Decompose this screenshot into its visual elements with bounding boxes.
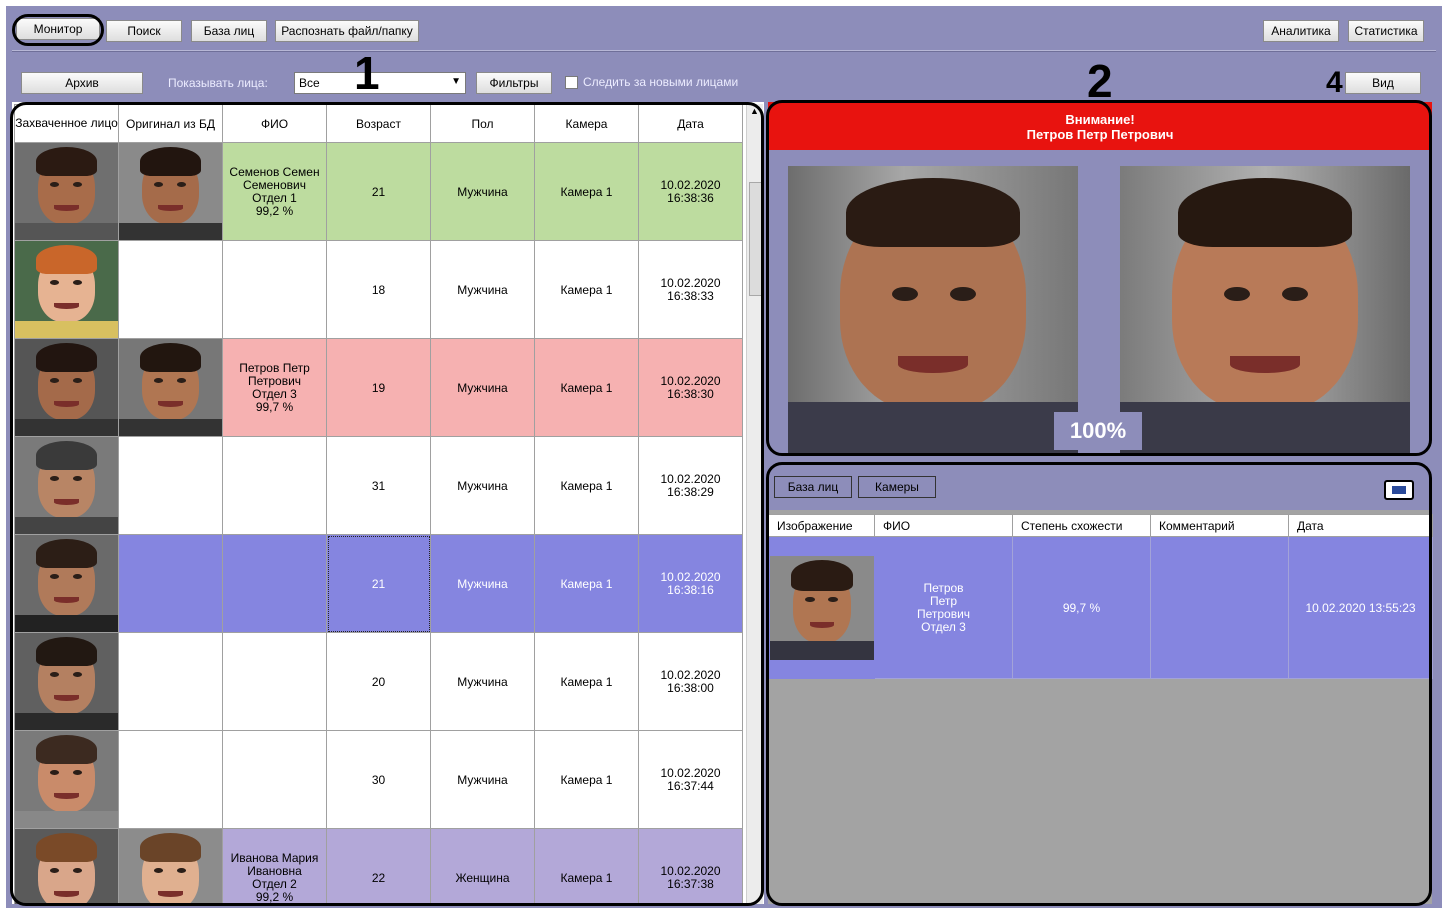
search-button[interactable]: Поиск: [106, 20, 182, 42]
panel-1-callout: [10, 102, 764, 906]
face-db-button[interactable]: База лиц: [191, 20, 267, 42]
follow-new-label: Следить за новыми лицами: [583, 75, 739, 89]
callout-number-1: 1: [354, 47, 380, 99]
show-faces-label: Показывать лица:: [168, 76, 268, 90]
statistics-button[interactable]: Статистика: [1348, 20, 1424, 42]
panel-3-callout: [766, 462, 1432, 906]
follow-new-checkbox[interactable]: [565, 76, 578, 89]
show-faces-value: Все: [299, 76, 320, 90]
chevron-down-icon: ▼: [451, 76, 461, 87]
analytics-button[interactable]: Аналитика: [1263, 20, 1339, 42]
view-button[interactable]: Вид: [1345, 72, 1421, 94]
recognize-file-button[interactable]: Распознать файл/папку: [275, 20, 419, 42]
monitor-callout: [12, 14, 104, 46]
filters-button[interactable]: Фильтры: [476, 72, 552, 94]
callout-number-2: 2: [1087, 55, 1113, 107]
callout-number-4: 4: [1326, 66, 1343, 99]
archive-button[interactable]: Архив: [21, 72, 143, 94]
panel-2-callout: [766, 100, 1432, 456]
face-monitor-window: Монитор Поиск База лиц Распознать файл/п…: [6, 6, 1442, 908]
show-faces-select[interactable]: Все ▼: [294, 72, 466, 94]
toolbar-separator: [12, 50, 1436, 52]
